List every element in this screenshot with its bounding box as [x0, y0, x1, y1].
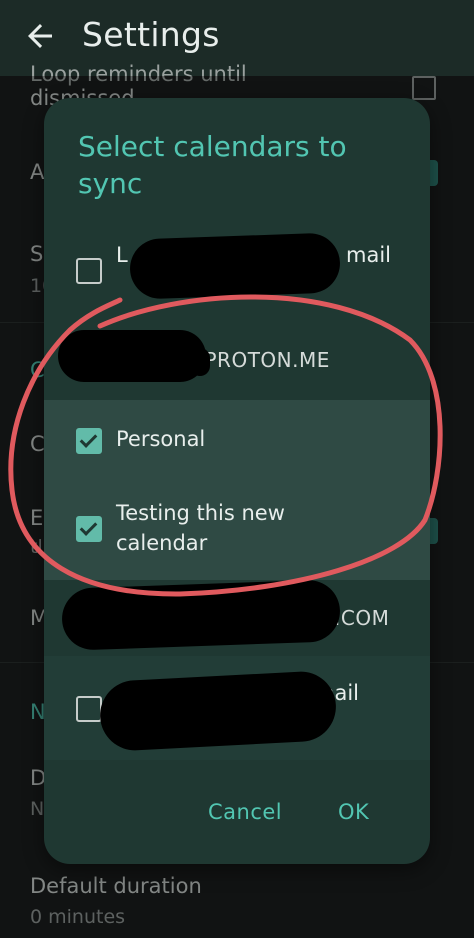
calendar-label-suffix: mail: [346, 243, 391, 267]
calendar-checkbox[interactable]: [76, 258, 102, 284]
calendar-item-testing[interactable]: Testing this new calendar: [44, 480, 430, 580]
account-label: .COM: [334, 606, 390, 630]
redaction-mark: [58, 330, 206, 382]
calendar-label: Personal: [116, 427, 206, 451]
calendar-label: Testing this new calendar: [116, 501, 285, 555]
calendar-checkbox[interactable]: [76, 696, 102, 722]
calendar-label-prefix: L: [116, 243, 128, 267]
select-calendars-dialog: Select calendars to sync L mail @PROTON.…: [44, 98, 430, 864]
page-title: Settings: [82, 15, 220, 54]
redaction-mark: [190, 348, 210, 376]
redaction-mark: [98, 669, 338, 753]
calendar-checkbox[interactable]: [76, 428, 102, 454]
redaction-mark: [129, 232, 341, 300]
cancel-button[interactable]: Cancel: [208, 800, 282, 824]
calendar-checkbox[interactable]: [76, 516, 102, 542]
dialog-title: Select calendars to sync: [78, 130, 347, 200]
ok-button[interactable]: OK: [338, 800, 369, 824]
arrow-left-icon[interactable]: [22, 18, 58, 54]
redaction-mark: [61, 579, 341, 651]
calendar-item-personal[interactable]: Personal: [44, 400, 430, 480]
